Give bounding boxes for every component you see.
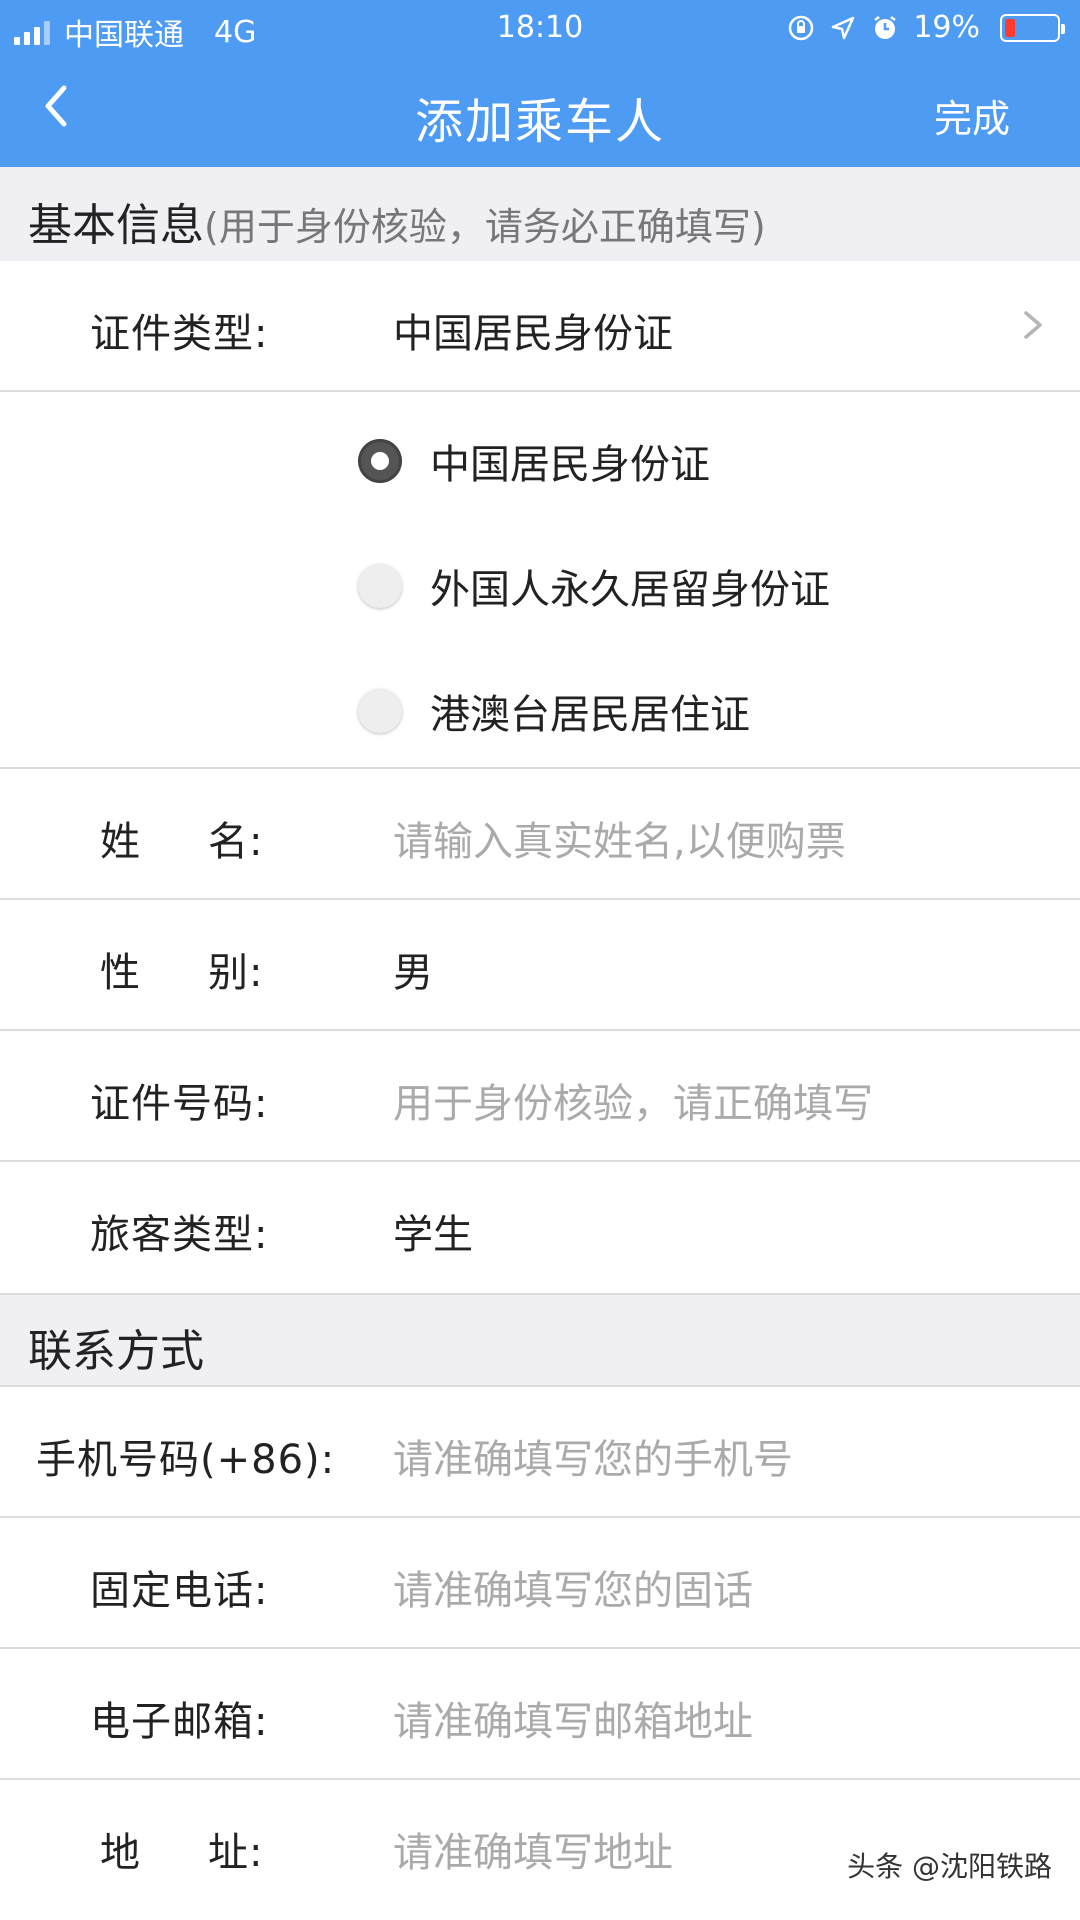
id-type-options: 中国居民身份证 外国人永久居留身份证 港澳台居民居住证 bbox=[0, 392, 1080, 769]
id-number-input[interactable]: 用于身份核验，请正确填写 bbox=[393, 1071, 873, 1129]
gender-value[interactable]: 男 bbox=[393, 940, 433, 998]
email-row[interactable]: 电子邮箱: 请准确填写邮箱地址 bbox=[0, 1649, 1080, 1780]
id-type-option[interactable]: 中国居民身份证 bbox=[358, 432, 710, 490]
passenger-type-label: 旅客类型: bbox=[90, 1212, 269, 1258]
id-type-option-label: 中国居民身份证 bbox=[430, 442, 710, 488]
radio-unselected-icon[interactable] bbox=[358, 689, 402, 733]
battery-icon bbox=[1000, 13, 1065, 42]
name-label-1: 姓 bbox=[100, 819, 141, 865]
landline-row[interactable]: 固定电话: 请准确填写您的固话 bbox=[0, 1518, 1080, 1649]
status-bar: 中国联通 4G 18:10 19% bbox=[0, 0, 1080, 54]
address-label-1: 地 bbox=[100, 1830, 141, 1876]
section-header-basic: 基本信息(用于身份核验，请务必正确填写) bbox=[0, 167, 1080, 261]
name-label-2: 名: bbox=[208, 819, 264, 865]
alarm-icon bbox=[874, 15, 897, 39]
passenger-type-value[interactable]: 学生 bbox=[393, 1202, 473, 1260]
radio-selected-icon[interactable] bbox=[358, 439, 402, 483]
id-type-value: 中国居民身份证 bbox=[393, 311, 673, 357]
section-subtitle-basic: (用于身份核验，请务必正确填写) bbox=[204, 205, 766, 249]
done-button[interactable]: 完成 bbox=[934, 88, 1010, 143]
location-icon bbox=[832, 16, 855, 39]
section-title-contact: 联系方式 bbox=[28, 1326, 204, 1377]
nav-bar: 添加乘车人 完成 bbox=[0, 54, 1080, 167]
address-row[interactable]: 地 址: 请准确填写地址 头条 @沈阳铁路 bbox=[0, 1780, 1080, 1911]
mobile-label: 手机号码(+86): bbox=[36, 1437, 336, 1483]
landline-label: 固定电话: bbox=[90, 1568, 269, 1614]
id-type-option-label: 外国人永久居留身份证 bbox=[430, 567, 830, 613]
section-title-basic: 基本信息 bbox=[28, 200, 204, 251]
watermark: 头条 @沈阳铁路 bbox=[847, 1850, 1052, 1883]
id-number-label: 证件号码: bbox=[90, 1081, 269, 1127]
gender-row[interactable]: 性 别: 男 bbox=[0, 900, 1080, 1031]
passenger-type-row[interactable]: 旅客类型: 学生 bbox=[0, 1162, 1080, 1293]
email-input[interactable]: 请准确填写邮箱地址 bbox=[393, 1689, 753, 1747]
id-type-option[interactable]: 外国人永久居留身份证 bbox=[358, 557, 830, 615]
section-header-contact: 联系方式 bbox=[0, 1293, 1080, 1387]
top-bar: 中国联通 4G 18:10 19% 添加乘车人 完成 bbox=[0, 0, 1080, 167]
id-type-option[interactable]: 港澳台居民居住证 bbox=[358, 682, 750, 740]
battery-percent: 19% bbox=[913, 10, 980, 45]
gender-label-2: 别: bbox=[208, 950, 264, 996]
battery-fill bbox=[1005, 18, 1015, 37]
chevron-right-icon bbox=[1024, 311, 1042, 339]
id-type-row[interactable]: 证件类型: 中国居民身份证 bbox=[0, 261, 1080, 392]
id-type-option-label: 港澳台居民居住证 bbox=[430, 692, 750, 738]
orientation-lock-icon bbox=[789, 15, 814, 40]
id-type-label: 证件类型: bbox=[90, 311, 269, 357]
id-number-row[interactable]: 证件号码: 用于身份核验，请正确填写 bbox=[0, 1031, 1080, 1162]
address-label-2: 址: bbox=[208, 1830, 264, 1876]
name-row[interactable]: 姓 名: 请输入真实姓名,以便购票 bbox=[0, 769, 1080, 900]
name-input[interactable]: 请输入真实姓名,以便购票 bbox=[393, 809, 846, 867]
page-title: 添加乘车人 bbox=[414, 94, 665, 150]
address-input[interactable]: 请准确填写地址 bbox=[393, 1820, 673, 1878]
radio-unselected-icon[interactable] bbox=[358, 564, 402, 608]
mobile-input[interactable]: 请准确填写您的手机号 bbox=[393, 1427, 793, 1485]
landline-input[interactable]: 请准确填写您的固话 bbox=[393, 1558, 753, 1616]
mobile-row[interactable]: 手机号码(+86): 请准确填写您的手机号 bbox=[0, 1387, 1080, 1518]
gender-label-1: 性 bbox=[100, 950, 141, 996]
email-label: 电子邮箱: bbox=[90, 1699, 269, 1745]
